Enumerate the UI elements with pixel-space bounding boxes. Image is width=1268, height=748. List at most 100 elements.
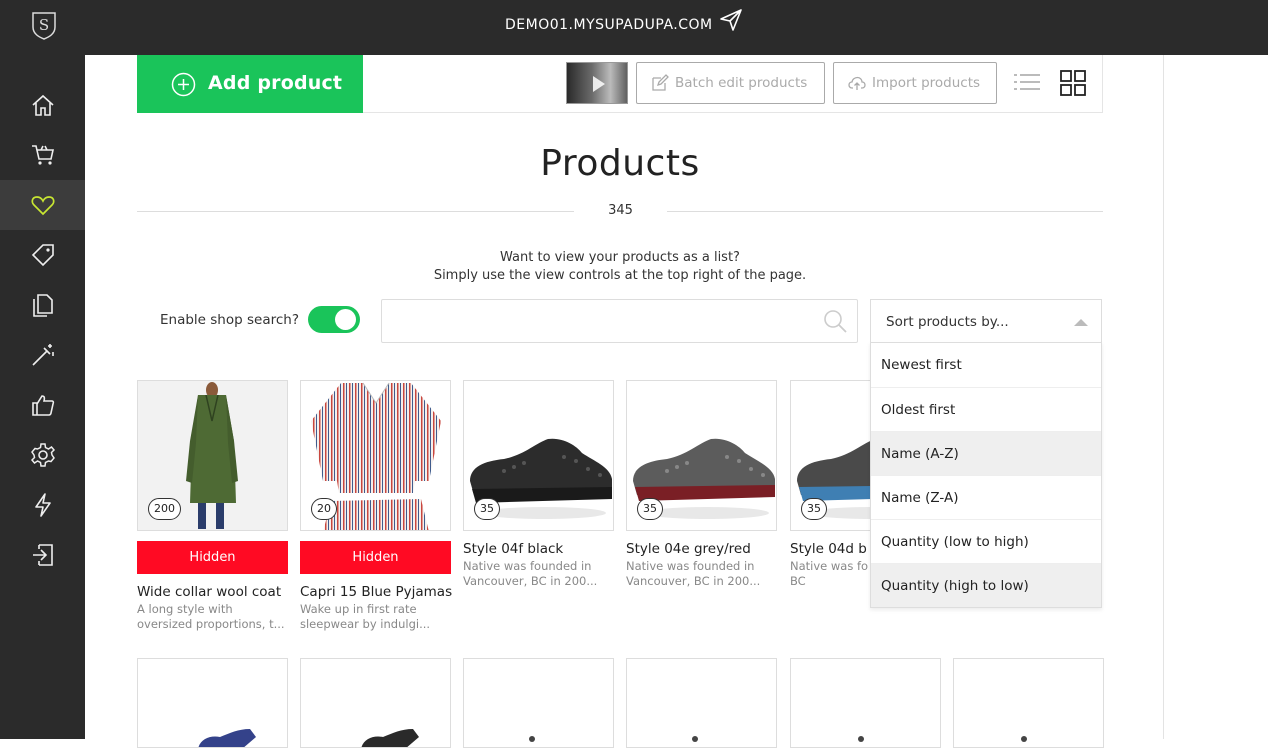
grid-view-icon[interactable] bbox=[1060, 70, 1086, 96]
sidebar-item-settings[interactable] bbox=[0, 430, 85, 480]
quantity-badge: 35 bbox=[637, 498, 663, 520]
product-image bbox=[692, 736, 698, 742]
site-logo-icon[interactable]: S bbox=[29, 10, 59, 40]
batch-edit-label: Batch edit products bbox=[675, 75, 808, 91]
caret-up-icon bbox=[1074, 319, 1088, 326]
sidebar-item-pages[interactable] bbox=[0, 280, 85, 330]
batch-edit-button[interactable]: Batch edit products bbox=[636, 62, 825, 104]
gear-icon bbox=[30, 443, 55, 467]
magic-wand-icon bbox=[31, 344, 54, 366]
toolbar-edge bbox=[1102, 55, 1103, 112]
content-right-border bbox=[1163, 55, 1164, 739]
product-card[interactable] bbox=[137, 658, 288, 748]
sort-select[interactable]: Sort products by... bbox=[870, 299, 1102, 343]
list-view-icon[interactable] bbox=[1014, 72, 1040, 92]
send-icon[interactable] bbox=[719, 8, 743, 32]
product-search-field[interactable] bbox=[381, 299, 858, 343]
top-bar: S DEMO01.MYSUPADUPA.COM bbox=[0, 0, 1268, 55]
import-products-button[interactable]: Import products bbox=[833, 62, 997, 104]
product-image bbox=[198, 729, 256, 747]
sidebar-item-design[interactable] bbox=[0, 330, 85, 380]
hidden-status-button[interactable]: Hidden bbox=[300, 541, 451, 574]
search-input[interactable] bbox=[390, 308, 810, 334]
product-image bbox=[361, 729, 419, 747]
product-name[interactable]: Wide collar wool coat bbox=[137, 584, 297, 600]
sort-option-name-asc[interactable]: Name (A-Z) bbox=[871, 431, 1101, 475]
product-image[interactable]: 35 bbox=[463, 380, 614, 531]
page-title: Products bbox=[540, 143, 700, 184]
product-description: A long style with oversized proportions,… bbox=[137, 602, 285, 631]
tutorial-video-thumbnail[interactable] bbox=[566, 62, 628, 104]
quantity-badge: 35 bbox=[801, 498, 827, 520]
product-image bbox=[858, 736, 864, 742]
thumbs-up-icon bbox=[31, 395, 54, 416]
add-circle-icon bbox=[171, 72, 196, 97]
product-image[interactable]: 20 bbox=[300, 380, 451, 531]
view-hint-line-2: Simply use the view controls at the top … bbox=[433, 268, 807, 283]
heart-icon bbox=[30, 196, 55, 216]
edit-icon bbox=[652, 74, 669, 91]
product-count: 345 bbox=[608, 203, 633, 218]
view-hint: Want to view your products as a list? Si… bbox=[137, 249, 1103, 285]
sort-option-label: Newest first bbox=[881, 357, 962, 373]
product-description: Native was founded in Vancouver, BC in 2… bbox=[626, 559, 761, 588]
logout-icon bbox=[32, 544, 53, 566]
sort-dropdown-menu: Newest first Oldest first Name (A-Z) Nam… bbox=[870, 342, 1102, 608]
product-card[interactable] bbox=[626, 658, 777, 748]
logo-letter: S bbox=[39, 16, 49, 34]
view-hint-line-1: Want to view your products as a list? bbox=[500, 250, 740, 265]
sidebar-item-orders[interactable] bbox=[0, 130, 85, 180]
sidebar-item-products[interactable] bbox=[0, 180, 85, 230]
divider-right bbox=[667, 211, 1103, 212]
cloud-upload-icon bbox=[848, 76, 866, 90]
quantity-badge: 200 bbox=[148, 498, 181, 520]
pages-icon bbox=[32, 294, 53, 317]
product-name[interactable]: Style 04e grey/red bbox=[626, 541, 786, 557]
add-product-label: Add product bbox=[208, 72, 343, 94]
import-products-label: Import products bbox=[872, 75, 981, 91]
sort-option-oldest[interactable]: Oldest first bbox=[871, 387, 1101, 431]
shop-search-label: Enable shop search? bbox=[160, 312, 299, 328]
search-icon[interactable] bbox=[822, 308, 848, 334]
sidebar-item-marketing[interactable] bbox=[0, 380, 85, 430]
quantity-badge: 35 bbox=[474, 498, 500, 520]
toggle-knob bbox=[335, 309, 356, 330]
product-card[interactable] bbox=[790, 658, 941, 748]
product-image bbox=[529, 736, 535, 742]
product-image[interactable]: 35 bbox=[626, 380, 777, 531]
product-image[interactable]: 200 bbox=[137, 380, 288, 531]
shop-domain[interactable]: DEMO01.MYSUPADUPA.COM bbox=[505, 17, 713, 33]
sort-option-label: Quantity (high to low) bbox=[881, 578, 1029, 594]
product-card[interactable] bbox=[463, 658, 614, 748]
product-name[interactable]: Capri 15 Blue Pyjamas bbox=[300, 584, 460, 600]
product-description: Native was founded in Vancouver, BC in 2… bbox=[463, 559, 598, 588]
hidden-status-button[interactable]: Hidden bbox=[137, 541, 288, 574]
play-icon bbox=[593, 76, 605, 92]
sidebar bbox=[0, 55, 85, 739]
sort-option-label: Name (Z-A) bbox=[881, 490, 959, 506]
product-image bbox=[1021, 736, 1027, 742]
sort-option-qty-asc[interactable]: Quantity (low to high) bbox=[871, 519, 1101, 563]
sidebar-item-upgrades[interactable] bbox=[0, 480, 85, 530]
shop-search-toggle[interactable] bbox=[308, 306, 360, 333]
sort-option-label: Oldest first bbox=[881, 402, 956, 418]
sort-option-name-desc[interactable]: Name (Z-A) bbox=[871, 475, 1101, 519]
sort-option-label: Quantity (low to high) bbox=[881, 534, 1029, 550]
sort-option-qty-desc[interactable]: Quantity (high to low) bbox=[871, 563, 1101, 607]
sort-option-newest[interactable]: Newest first bbox=[871, 343, 1101, 387]
sort-option-label: Name (A-Z) bbox=[881, 446, 959, 462]
cart-icon bbox=[31, 145, 54, 165]
sidebar-item-home[interactable] bbox=[0, 80, 85, 130]
sidebar-item-discounts[interactable] bbox=[0, 230, 85, 280]
lightning-icon bbox=[34, 493, 51, 517]
add-product-button[interactable]: Add product bbox=[137, 55, 363, 113]
tag-icon bbox=[31, 244, 54, 267]
sidebar-item-logout[interactable] bbox=[0, 530, 85, 580]
home-icon bbox=[31, 94, 54, 116]
product-card[interactable] bbox=[953, 658, 1104, 748]
product-card[interactable] bbox=[300, 658, 451, 748]
sort-select-label: Sort products by... bbox=[886, 314, 1009, 330]
quantity-badge: 20 bbox=[311, 498, 337, 520]
product-name[interactable]: Style 04f black bbox=[463, 541, 623, 557]
divider-left bbox=[137, 211, 574, 212]
